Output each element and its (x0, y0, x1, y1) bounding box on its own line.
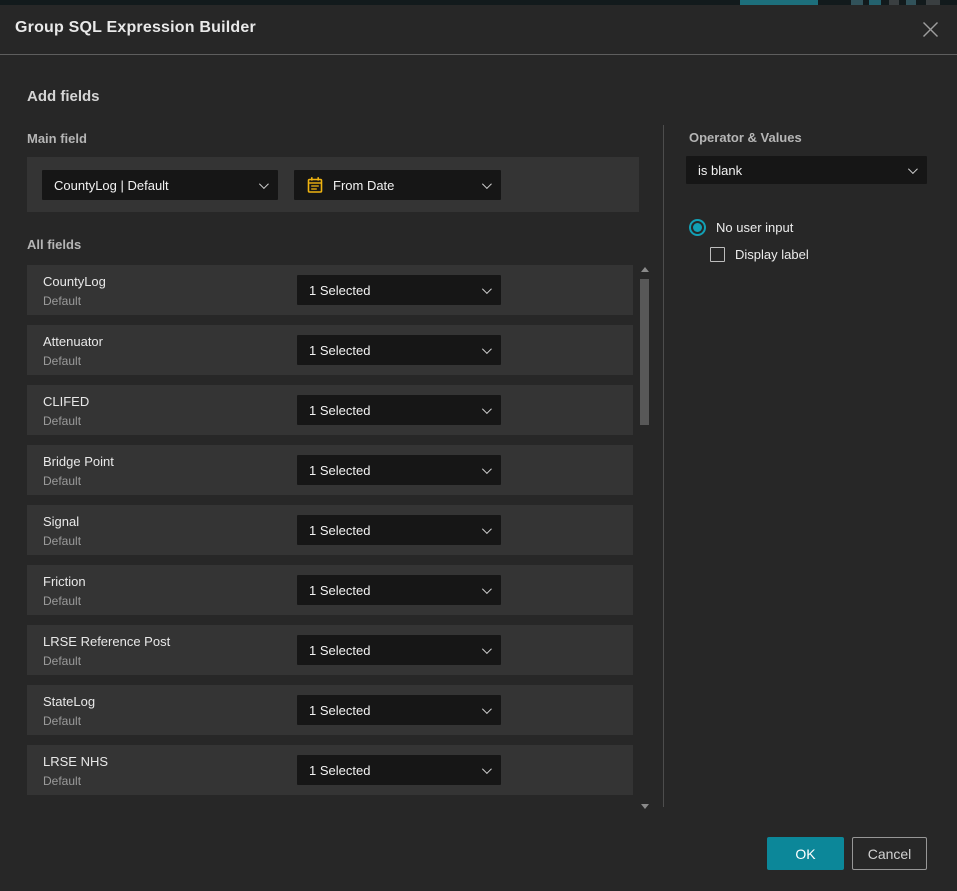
field-name: Friction (43, 574, 86, 589)
group-sql-expression-builder-dialog: Group SQL Expression Builder Add fields … (0, 5, 957, 891)
main-field-dropdown[interactable]: From Date (294, 170, 501, 200)
field-selected-dropdown-value: 1 Selected (309, 703, 474, 718)
scrollbar-thumb[interactable] (640, 279, 649, 425)
field-row: Bridge Point Default 1 Selected (27, 445, 633, 495)
panel-divider (663, 125, 664, 807)
display-label-text: Display label (735, 247, 809, 262)
display-label-checkbox[interactable]: Display label (710, 247, 809, 262)
operator-values-heading: Operator & Values (689, 130, 802, 145)
checkbox-unchecked-icon (710, 247, 725, 262)
field-selected-dropdown[interactable]: 1 Selected (297, 275, 501, 305)
ok-button[interactable]: OK (767, 837, 844, 870)
field-name: LRSE NHS (43, 754, 108, 769)
chevron-down-icon (482, 764, 492, 774)
field-name: Signal (43, 514, 79, 529)
dialog-title: Group SQL Expression Builder (15, 19, 256, 37)
field-name: LRSE Reference Post (43, 634, 170, 649)
operator-dropdown[interactable]: is blank (686, 156, 927, 184)
field-row: StateLog Default 1 Selected (27, 685, 633, 735)
operator-dropdown-value: is blank (698, 163, 900, 178)
field-selected-dropdown[interactable]: 1 Selected (297, 335, 501, 365)
no-user-input-radio[interactable]: No user input (689, 219, 793, 236)
field-row: Attenuator Default 1 Selected (27, 325, 633, 375)
add-fields-heading: Add fields (27, 88, 100, 105)
field-selected-dropdown-value: 1 Selected (309, 763, 474, 778)
calendar-date-icon (306, 176, 324, 194)
chevron-down-icon (482, 344, 492, 354)
field-selected-dropdown-value: 1 Selected (309, 343, 474, 358)
field-sublabel: Default (43, 594, 81, 608)
field-sublabel: Default (43, 714, 81, 728)
field-sublabel: Default (43, 414, 81, 428)
field-selected-dropdown[interactable]: 1 Selected (297, 635, 501, 665)
field-selected-dropdown-value: 1 Selected (309, 643, 474, 658)
main-layer-dropdown[interactable]: CountyLog | Default (42, 170, 278, 200)
field-selected-dropdown-value: 1 Selected (309, 463, 474, 478)
field-sublabel: Default (43, 474, 81, 488)
field-sublabel: Default (43, 294, 81, 308)
scroll-up-arrow-icon[interactable] (641, 267, 649, 272)
field-sublabel: Default (43, 654, 81, 668)
field-selected-dropdown-value: 1 Selected (309, 583, 474, 598)
field-name: CLIFED (43, 394, 89, 409)
field-row: Signal Default 1 Selected (27, 505, 633, 555)
field-row: Friction Default 1 Selected (27, 565, 633, 615)
field-row: LRSE Reference Post Default 1 Selected (27, 625, 633, 675)
scroll-down-arrow-icon[interactable] (641, 804, 649, 809)
field-selected-dropdown[interactable]: 1 Selected (297, 695, 501, 725)
close-icon (922, 21, 939, 38)
field-row: CountyLog Default 1 Selected (27, 265, 633, 315)
chevron-down-icon (482, 404, 492, 414)
field-selected-dropdown-value: 1 Selected (309, 403, 474, 418)
field-sublabel: Default (43, 774, 81, 788)
chevron-down-icon (482, 179, 492, 189)
field-selected-dropdown-value: 1 Selected (309, 283, 474, 298)
field-name: CountyLog (43, 274, 106, 289)
field-selected-dropdown[interactable]: 1 Selected (297, 395, 501, 425)
chevron-down-icon (482, 464, 492, 474)
chevron-down-icon (482, 284, 492, 294)
screen: Group SQL Expression Builder Add fields … (0, 0, 957, 891)
chevron-down-icon (908, 164, 918, 174)
field-selected-dropdown-value: 1 Selected (309, 523, 474, 538)
main-field-dropdown-value: From Date (333, 178, 474, 193)
no-user-input-label: No user input (716, 220, 793, 235)
all-fields-label: All fields (27, 237, 81, 252)
dialog-titlebar: Group SQL Expression Builder (0, 5, 957, 55)
main-field-label: Main field (27, 131, 87, 146)
field-row: LRSE NHS Default 1 Selected (27, 745, 633, 795)
field-selected-dropdown[interactable]: 1 Selected (297, 575, 501, 605)
main-layer-dropdown-value: CountyLog | Default (54, 178, 251, 193)
field-name: Bridge Point (43, 454, 114, 469)
chevron-down-icon (482, 704, 492, 714)
radio-selected-icon (689, 219, 706, 236)
all-fields-list: CountyLog Default 1 Selected Attenuator … (27, 265, 633, 805)
chevron-down-icon (482, 584, 492, 594)
all-fields-scrollbar[interactable] (638, 261, 652, 811)
cancel-button[interactable]: Cancel (852, 837, 927, 870)
field-selected-dropdown[interactable]: 1 Selected (297, 455, 501, 485)
chevron-down-icon (259, 179, 269, 189)
field-selected-dropdown[interactable]: 1 Selected (297, 515, 501, 545)
field-row: CLIFED Default 1 Selected (27, 385, 633, 435)
chevron-down-icon (482, 644, 492, 654)
field-name: StateLog (43, 694, 95, 709)
chevron-down-icon (482, 524, 492, 534)
field-name: Attenuator (43, 334, 103, 349)
field-sublabel: Default (43, 534, 81, 548)
close-button[interactable] (919, 18, 941, 40)
field-sublabel: Default (43, 354, 81, 368)
field-selected-dropdown[interactable]: 1 Selected (297, 755, 501, 785)
